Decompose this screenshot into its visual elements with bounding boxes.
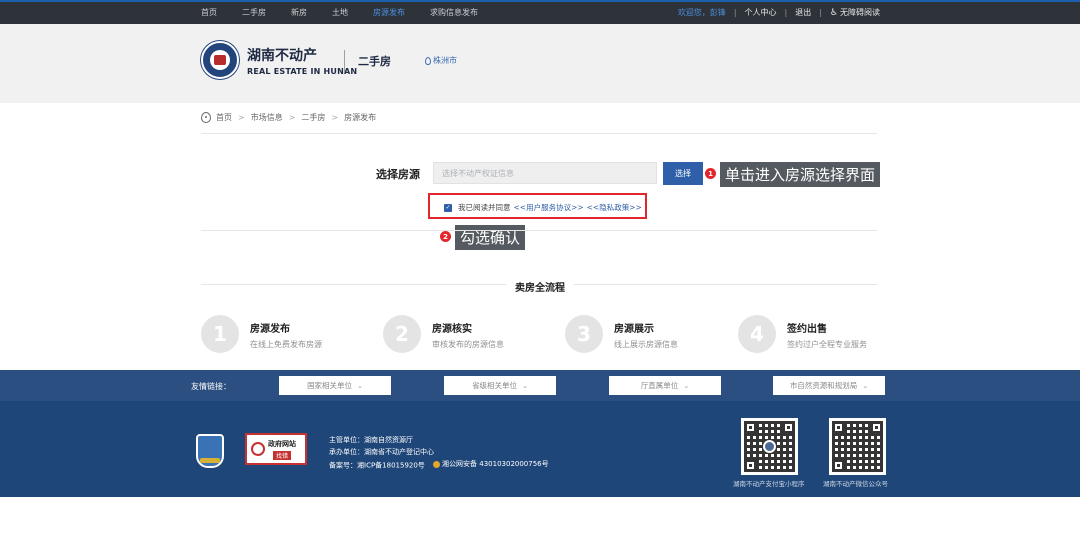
step-number: 2 — [383, 315, 421, 353]
top-navbar: 首页 二手房 新房 土地 房源发布 求购信息发布 欢迎您，彭锋 | 个人中心 |… — [0, 0, 1080, 24]
nav-publish-listing[interactable]: 房源发布 — [373, 7, 405, 18]
chevron-down-icon: ⌄ — [862, 381, 869, 390]
process-title: 卖房全流程 — [515, 283, 565, 294]
step-number: 3 — [565, 315, 603, 353]
property-cert-input[interactable] — [433, 162, 657, 184]
agreement-checkbox[interactable]: ✓ — [444, 203, 452, 212]
nav-land[interactable]: 土地 — [332, 7, 348, 18]
location-icon — [201, 112, 211, 123]
accessibility-icon: ♿ — [829, 7, 838, 18]
dropdown-label: 省级相关单位 — [472, 381, 518, 390]
divider-line — [201, 284, 506, 285]
links-dropdown-affiliated[interactable]: 厅直属单位 ⌄ — [609, 376, 721, 395]
separator: | — [733, 8, 737, 17]
callout-tooltip-2: 勾选确认 — [455, 225, 526, 250]
step-name: 房源展示 — [614, 324, 654, 335]
logo-subtitle: REAL ESTATE IN HUNAN — [247, 67, 358, 76]
process-step: 1 房源发布 在线上免费发布房源 — [201, 315, 361, 355]
magnifier-icon — [251, 442, 265, 456]
callout-badge-1: 1 — [705, 168, 716, 179]
logo-emblem-icon[interactable] — [201, 41, 239, 79]
process-step: 3 房源展示 线上展示房源信息 — [565, 315, 725, 355]
nav-new-house[interactable]: 新房 — [291, 7, 307, 18]
links-dropdown-municipal[interactable]: 市自然资源和规划局 ⌄ — [773, 376, 885, 395]
nav-home[interactable]: 首页 — [201, 7, 217, 18]
step-desc: 线上展示房源信息 — [614, 340, 678, 349]
step-name: 签约出售 — [787, 324, 827, 335]
step-name: 房源发布 — [250, 324, 290, 335]
divider-line — [574, 284, 877, 285]
callout-tooltip-1: 单击进入房源选择界面 — [720, 162, 881, 187]
process-step: 2 房源核实 审核发布的房源信息 — [383, 315, 543, 355]
main-nav: 首页 二手房 新房 土地 房源发布 求购信息发布 — [201, 7, 503, 18]
step-desc: 签约过户全程专业服务 — [787, 340, 867, 349]
breadcrumb-second-hand[interactable]: 二手房 — [301, 112, 325, 123]
alipay-qr-code — [741, 418, 798, 475]
accessibility-link[interactable]: ♿ 无障碍阅读 — [830, 7, 880, 18]
wechat-qr-code — [829, 418, 886, 475]
divider-line — [201, 230, 877, 231]
breadcrumb-home[interactable]: 首页 — [216, 112, 232, 123]
chevron-down-icon: ⌄ — [357, 381, 363, 390]
user-center-link[interactable]: 个人中心 — [745, 7, 777, 18]
chevron-right-icon: > — [238, 113, 245, 122]
step-number: 4 — [738, 315, 776, 353]
section-title: 二手房 — [358, 55, 391, 68]
location-pin-icon — [425, 56, 431, 65]
site-header — [0, 24, 1080, 103]
nav-second-hand[interactable]: 二手房 — [242, 7, 266, 18]
party-gov-badge-icon[interactable] — [196, 434, 224, 468]
police-record-text: 湘公网安备 43010302000756号 — [442, 460, 549, 468]
welcome-user[interactable]: 欢迎您，彭锋 — [678, 7, 726, 18]
nav-wanted-publish[interactable]: 求购信息发布 — [430, 7, 478, 18]
callout-badge-2: 2 — [440, 231, 451, 242]
divider-line — [201, 133, 877, 134]
logout-link[interactable]: 退出 — [795, 7, 811, 18]
links-dropdown-provincial[interactable]: 省级相关单位 ⌄ — [444, 376, 556, 395]
agreement-text: 我已阅读并同意 — [458, 203, 511, 212]
footer-organizer: 承办单位：湖南省不动产登记中心 — [329, 448, 434, 456]
step-name: 房源核实 — [432, 324, 472, 335]
process-step: 4 签约出售 签约过户全程专业服务 — [738, 315, 888, 355]
footer-icp[interactable]: 备案号：湘ICP备18015920号 — [329, 462, 425, 470]
agreement-row: ✓ 我已阅读并同意 <<用户服务协议>> <<隐私政策>> — [444, 202, 645, 213]
separator: | — [819, 8, 822, 17]
city-name: 株洲市 — [433, 56, 457, 65]
breadcrumb-current: 房源发布 — [344, 113, 377, 122]
footer-sponsor: 主管单位：湖南自然资源厅 — [329, 436, 413, 444]
links-dropdown-national[interactable]: 国家相关单位 ⌄ — [279, 376, 391, 395]
police-badge-icon — [433, 460, 441, 468]
chevron-right-icon: > — [331, 113, 339, 122]
breadcrumb: 首页 > 市场信息 > 二手房 > 房源发布 — [201, 112, 376, 123]
city-selector[interactable]: 株洲市 — [425, 55, 457, 66]
user-agreement-link[interactable]: <<用户服务协议>> — [514, 202, 584, 213]
chevron-down-icon: ⌄ — [522, 381, 528, 390]
breadcrumb-market[interactable]: 市场信息 — [251, 112, 283, 123]
select-listing-button[interactable]: 选择 — [663, 162, 703, 185]
step-number: 1 — [201, 315, 239, 353]
qr-caption: 湖南不动产支付宝小程序 — [733, 480, 805, 488]
step-desc: 审核发布的房源信息 — [432, 340, 504, 349]
gov-site-error-badge[interactable]: 政府网站 找错 — [245, 433, 307, 465]
friend-links-bar: 友情链接： 国家相关单位 ⌄ 省级相关单位 ⌄ 厅直属单位 ⌄ 市自然资源和规划局 ⌄ — [0, 370, 1080, 401]
privacy-policy-link[interactable]: <<隐私政策>> — [587, 202, 642, 213]
logo-title[interactable]: 湖南不动产 — [247, 45, 317, 65]
gov-badge-subtitle: 找错 — [272, 450, 291, 460]
qr-caption: 湖南不动产微信公众号 — [823, 480, 888, 488]
gov-badge-title: 政府网站 — [268, 439, 296, 448]
header-divider — [344, 50, 345, 72]
friend-links-label: 友情链接： — [191, 382, 231, 391]
dropdown-label: 厅直属单位 — [640, 381, 679, 390]
footer-info: 主管单位：湖南自然资源厅 承办单位：湖南省不动产登记中心 备案号：湘ICP备18… — [329, 434, 549, 472]
police-record-link[interactable]: 湘公网安备 43010302000756号 — [433, 458, 549, 470]
dropdown-label: 市自然资源和规划局 — [789, 381, 858, 390]
accessibility-label: 无障碍阅读 — [840, 8, 880, 17]
separator: | — [784, 8, 788, 17]
chevron-right-icon: > — [288, 113, 296, 122]
chevron-down-icon: ⌄ — [683, 381, 690, 390]
select-listing-label: 选择房源 — [376, 168, 420, 181]
step-desc: 在线上免费发布房源 — [250, 340, 322, 349]
user-menu: 欢迎您，彭锋 | 个人中心 | 退出 | ♿ 无障碍阅读 — [678, 7, 880, 18]
dropdown-label: 国家相关单位 — [307, 381, 353, 390]
